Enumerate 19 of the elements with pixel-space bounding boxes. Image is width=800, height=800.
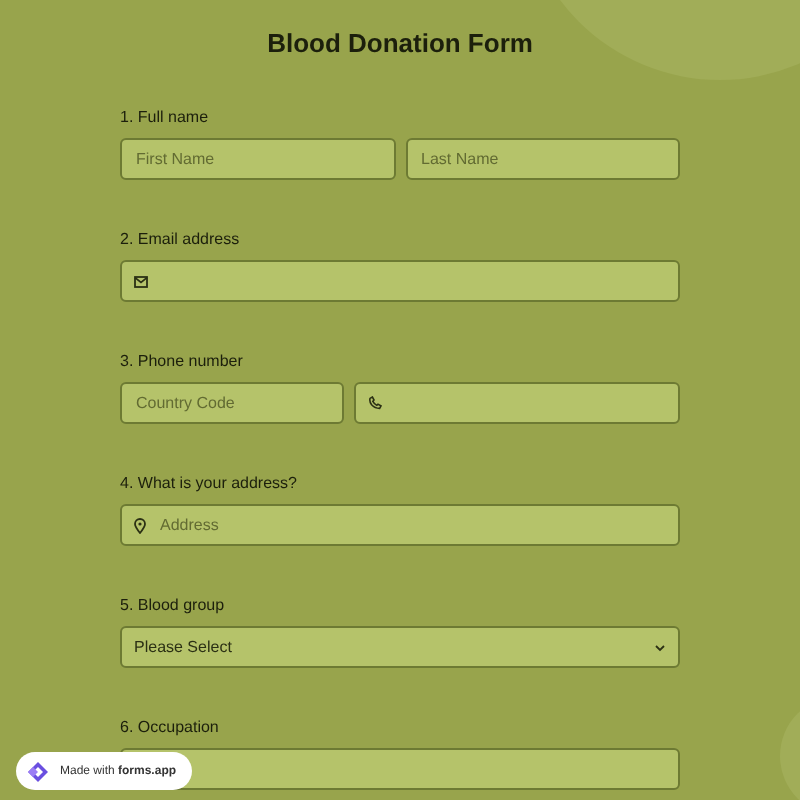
input-field[interactable]: First Name <box>120 138 395 180</box>
logo-icon <box>26 759 50 783</box>
question-label: 2. Email address <box>120 228 242 252</box>
question-label: 4. What is your address? <box>120 472 299 496</box>
form-title: Blood Donation Form <box>265 30 535 58</box>
mail-icon <box>134 275 148 287</box>
input-field[interactable]: Last Name <box>405 138 680 180</box>
input-field[interactable] <box>354 382 680 424</box>
question-label: 5. Blood group <box>120 594 227 618</box>
question-label: 3. Phone number <box>120 350 245 374</box>
input-field[interactable]: Address <box>120 504 680 546</box>
location-pin-icon <box>134 517 146 533</box>
chevron-down-icon <box>654 643 666 651</box>
question-label: 1. Full name <box>120 106 211 130</box>
select-dropdown[interactable]: Please Select <box>120 626 680 668</box>
phone-icon <box>368 396 383 410</box>
input-field[interactable]: Country Code <box>120 382 345 424</box>
input-field[interactable] <box>120 260 680 302</box>
question-label: 6. Occupation <box>120 716 221 740</box>
